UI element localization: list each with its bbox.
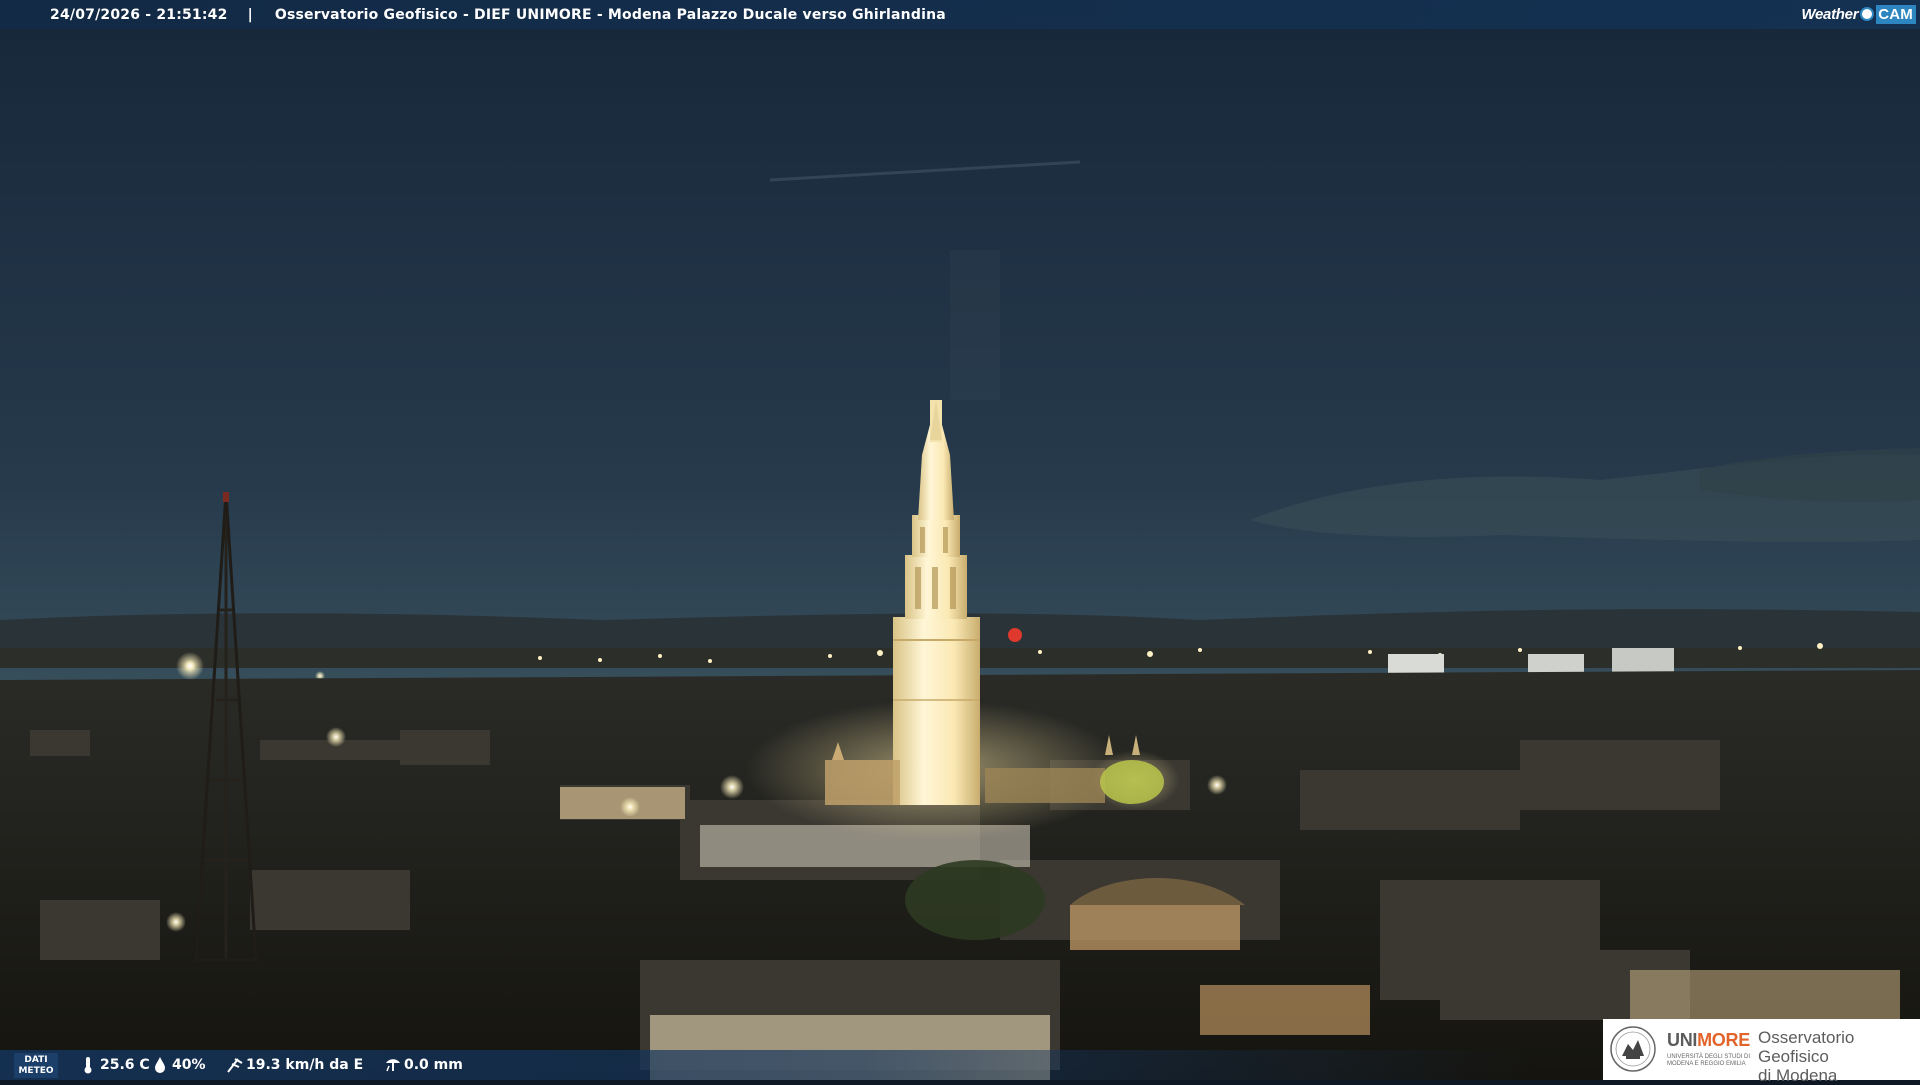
- temperature-reading: 25.6 C: [80, 1056, 150, 1074]
- wind-reading: 19.3 km/h da E: [226, 1056, 363, 1074]
- humidity-drop-icon: [152, 1056, 168, 1074]
- rain-gauge-icon: [384, 1056, 400, 1074]
- university-seal-icon: [1610, 1026, 1656, 1072]
- caption-bar: 24/07/2026 - 21:51:42 | Osservatorio Geo…: [0, 0, 1920, 29]
- caption-separator: |: [247, 6, 253, 23]
- humidity-value: 40%: [172, 1057, 206, 1073]
- webcam-image: [0, 0, 1920, 1080]
- observatory-name: Osservatorio Geofisico di Modena: [1758, 1028, 1855, 1085]
- rain-reading: 0.0 mm: [384, 1056, 463, 1074]
- brand-weather-text: Weather: [1801, 5, 1859, 23]
- weathercam-logo: Weather CAM: [1801, 3, 1916, 25]
- weathercam-dot-icon: [1860, 7, 1875, 21]
- rain-value: 0.0 mm: [404, 1057, 463, 1073]
- brand-cam-text: CAM: [1876, 4, 1916, 24]
- dati-meteo-label: DATI METEO: [14, 1053, 58, 1078]
- university-name: UNIVERSITÀ DEGLI STUDI DI MODENA E REGGI…: [1667, 1054, 1751, 1067]
- thermometer-icon: [80, 1056, 96, 1074]
- unimore-logo: UNIMORE UNIVERSITÀ DEGLI STUDI DI MODENA…: [1603, 1019, 1920, 1085]
- timestamp: 24/07/2026 - 21:51:42: [50, 6, 228, 23]
- humidity-reading: 40%: [152, 1056, 206, 1074]
- temperature-value: 25.6 C: [100, 1057, 150, 1073]
- wind-icon: [226, 1056, 243, 1074]
- camera-title: Osservatorio Geofisico - DIEF UNIMORE - …: [274, 6, 946, 23]
- unimore-wordmark: UNIMORE: [1667, 1030, 1750, 1050]
- wind-value: 19.3 km/h da E: [246, 1057, 364, 1073]
